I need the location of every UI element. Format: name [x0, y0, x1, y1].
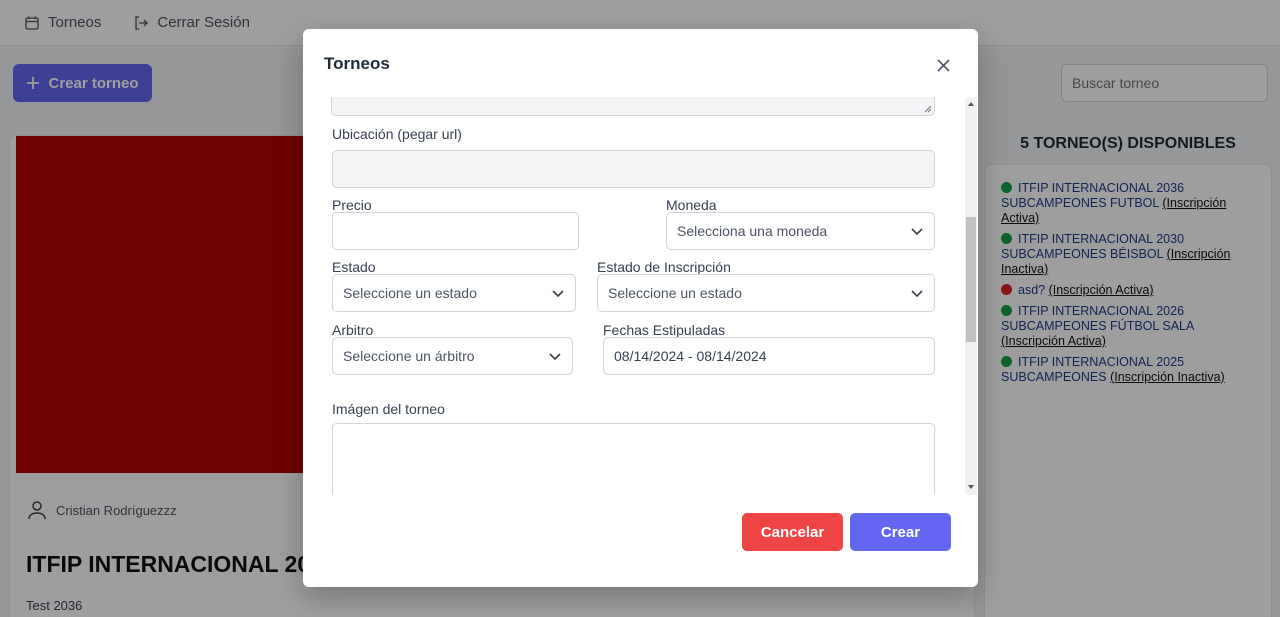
scroll-down-icon[interactable] — [968, 485, 974, 489]
close-button[interactable] — [933, 55, 953, 75]
currency-selected-value: Selecciona una moneda — [677, 223, 828, 239]
image-upload-area[interactable] — [332, 423, 935, 495]
registration-state-select[interactable]: Seleccione un estado — [597, 274, 935, 312]
location-input[interactable] — [332, 150, 935, 188]
referee-label: Arbitro — [332, 322, 374, 338]
chevron-down-icon — [549, 353, 561, 361]
chevron-down-icon — [911, 290, 923, 298]
cancel-button[interactable]: Cancelar — [742, 513, 843, 551]
chevron-down-icon — [552, 290, 564, 298]
scroll-up-icon[interactable] — [968, 102, 974, 106]
image-label: Imágen del torneo — [332, 401, 445, 417]
resize-grip-icon[interactable] — [924, 105, 932, 113]
referee-select[interactable]: Seleccione un árbitro — [332, 337, 573, 375]
dates-label: Fechas Estipuladas — [603, 322, 726, 338]
tournament-modal: Torneos Ubicación (pegar url) Precio Mon… — [303, 29, 978, 587]
create-button[interactable]: Crear — [850, 513, 951, 551]
currency-select[interactable]: Selecciona una moneda — [666, 212, 935, 250]
registration-state-selected-value: Seleccione un estado — [608, 285, 742, 301]
state-selected-value: Seleccione un estado — [343, 285, 477, 301]
modal-form[interactable]: Ubicación (pegar url) Precio Moneda Sele… — [303, 97, 978, 495]
modal-title: Torneos — [324, 54, 390, 73]
close-icon — [936, 58, 950, 72]
date-range-input[interactable]: 08/14/2024 - 08/14/2024 — [603, 337, 935, 375]
state-label: Estado — [332, 259, 376, 275]
state-select[interactable]: Seleccione un estado — [332, 274, 576, 312]
registration-state-label: Estado de Inscripción — [597, 259, 731, 275]
location-label: Ubicación (pegar url) — [332, 126, 462, 142]
scrollbar-thumb[interactable] — [966, 217, 976, 342]
currency-label: Moneda — [666, 197, 717, 213]
modal-scrollbar[interactable] — [965, 97, 977, 495]
referee-selected-value: Seleccione un árbitro — [343, 348, 475, 364]
description-textarea[interactable] — [331, 97, 935, 116]
price-label: Precio — [332, 197, 372, 213]
price-input[interactable] — [332, 212, 579, 250]
chevron-down-icon — [911, 228, 923, 236]
